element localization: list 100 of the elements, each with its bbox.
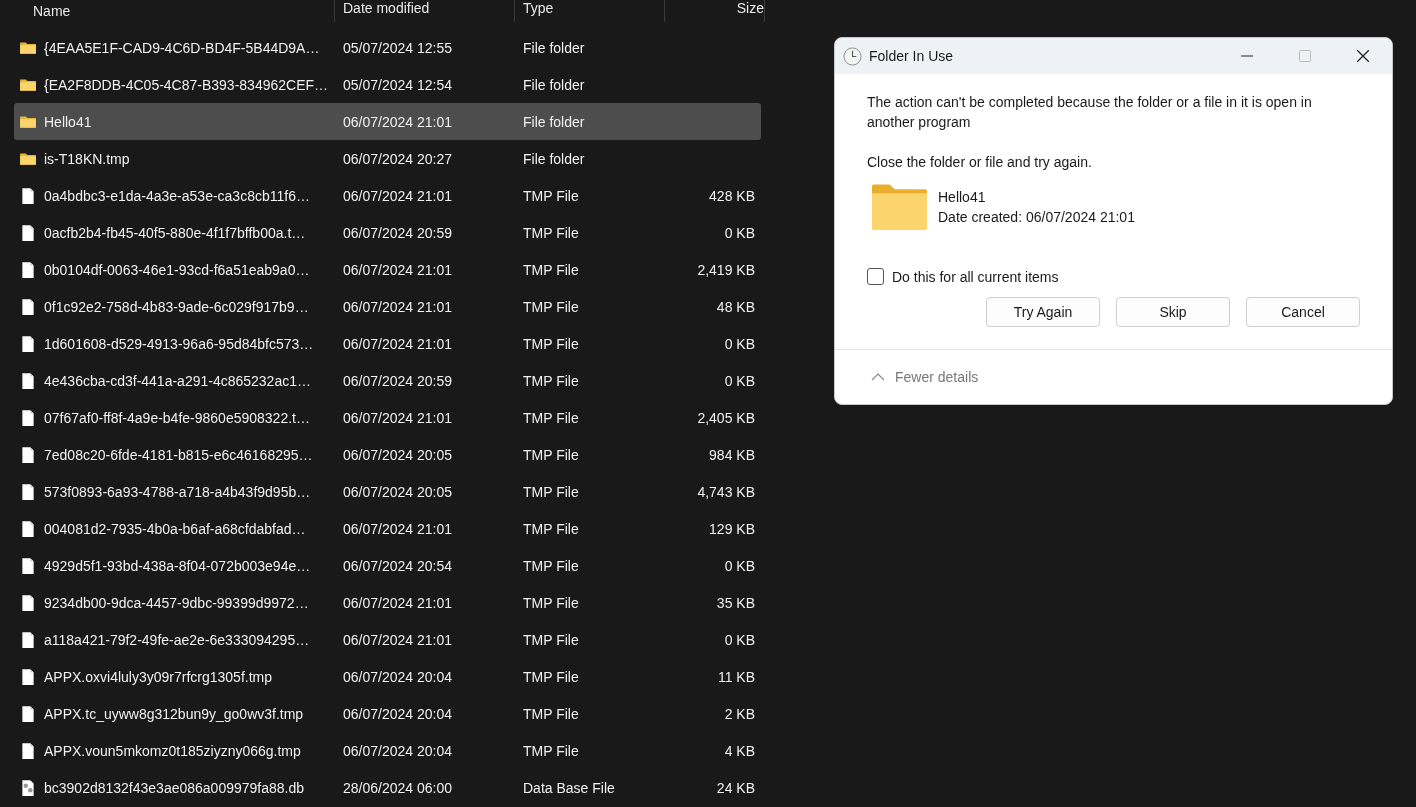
date-modified: 06/07/2024 21:01 <box>342 113 453 130</box>
file-type: TMP File <box>522 483 580 500</box>
date-modified: 06/07/2024 21:01 <box>342 631 453 648</box>
file-icon <box>19 741 37 760</box>
checkbox-label[interactable]: Do this for all current items <box>892 268 1059 285</box>
file-type: Data Base File <box>522 779 616 796</box>
file-type: TMP File <box>522 409 580 426</box>
date-modified: 06/07/2024 21:01 <box>342 335 453 352</box>
file-row[interactable]: 4929d5f1-93bd-438a-8f04-072b003e94e… 06/07/2024 20:54 TMP File 0 KB <box>14 547 761 584</box>
file-icon <box>19 519 37 538</box>
file-icon <box>19 334 37 353</box>
file-name: a118a421-79f2-49fe-ae2e-6e333094295… <box>44 631 310 648</box>
file-type: TMP File <box>522 261 580 278</box>
file-row[interactable]: 004081d2-7935-4b0a-b6af-a68cfdabfad… 06/07/2024 21:01 TMP File 129 KB <box>14 510 761 547</box>
selected-file-row[interactable]: Hello41 06/07/2024 21:01 File folder <box>14 103 761 140</box>
file-name: 0f1c92e2-758d-4b83-9ade-6c029f917b9… <box>44 298 309 315</box>
file-size: 4,743 KB <box>697 483 755 500</box>
maximize-icon <box>1299 50 1311 62</box>
file-row[interactable]: 4e436cba-cd3f-441a-a291-4c865232ac1… 06/07/2024 20:59 TMP File 0 KB <box>14 362 761 399</box>
file-row[interactable]: {EA2F8DDB-4C05-4C87-B393-834962CEF… 05/07/2024 12:54 File folder <box>14 66 761 103</box>
instruction-text: Close the folder or file and try again. <box>867 153 1093 172</box>
file-row[interactable]: APPX.oxvi4luly3y09r7rfcrg1305f.tmp 06/07/2024 20:04 TMP File 11 KB <box>14 658 761 695</box>
file-icon <box>19 260 37 279</box>
file-size: 0 KB <box>724 335 755 352</box>
file-name: 0a4bdbc3-e1da-4a3e-a53e-ca3c8cb11f6… <box>44 187 310 204</box>
file-row[interactable]: 1d601608-d529-4913-96a6-95d84bfc573… 06/07/2024 21:01 TMP File 0 KB <box>14 325 761 362</box>
file-size: 0 KB <box>724 372 755 389</box>
file-row[interactable]: bc3902d8132f43e3ae086a009979fa88.db 28/06/2024 06:00 Data Base File 24 KB <box>14 769 761 797</box>
file-name: 573f0893-6a93-4788-a718-a4b43f9d95b… <box>44 483 311 500</box>
file-name: 1d601608-d529-4913-96a6-95d84bfc573… <box>44 335 314 352</box>
file-name: {4EAA5E1F-CAD9-4C6D-BD4F-5B44D9A… <box>44 39 320 56</box>
file-row[interactable]: is-T18KN.tmp 06/07/2024 20:27 File folder <box>14 140 761 177</box>
file-size: 428 KB <box>709 187 755 204</box>
folder-icon <box>871 184 928 230</box>
column-header[interactable]: Name <box>0 0 335 22</box>
file-icon <box>19 445 37 464</box>
column-header[interactable]: Size <box>665 0 765 22</box>
file-row[interactable]: {4EAA5E1F-CAD9-4C6D-BD4F-5B44D9A… 05/07/2024 12:55 File folder <box>14 29 761 66</box>
date-modified: 06/07/2024 20:54 <box>342 557 453 574</box>
file-row[interactable]: 0b0104df-0063-46e1-93cd-f6a51eab9a0… 06/07/2024 21:01 TMP File 2,419 KB <box>14 251 761 288</box>
file-icon <box>19 556 37 575</box>
file-type: TMP File <box>522 520 580 537</box>
file-type: File folder <box>522 39 586 56</box>
file-name: APPX.voun5mkomz0t185ziyzny066g.tmp <box>44 742 301 759</box>
file-row[interactable]: a118a421-79f2-49fe-ae2e-6e333094295… 06/07/2024 21:01 TMP File 0 KB <box>14 621 761 658</box>
file-name: Hello41 <box>44 113 92 130</box>
file-type: TMP File <box>522 224 580 241</box>
file-row[interactable]: APPX.tc_uyww8g312bun9y_go0wv3f.tmp 06/07/2024 20:04 TMP File 2 KB <box>14 695 761 732</box>
file-size: 2 KB <box>724 705 755 722</box>
file-row[interactable]: 0f1c92e2-758d-4b83-9ade-6c029f917b9… 06/07/2024 21:01 TMP File 48 KB <box>14 288 761 325</box>
date-modified: 06/07/2024 20:04 <box>342 668 453 685</box>
file-size: 0 KB <box>724 557 755 574</box>
fewer-details-toggle[interactable]: Fewer details <box>871 369 979 385</box>
file-size: 11 KB <box>717 668 755 685</box>
file-icon <box>19 667 37 686</box>
file-name: {EA2F8DDB-4C05-4C87-B393-834962CEF… <box>44 76 329 93</box>
date-modified: 06/07/2024 21:01 <box>342 187 453 204</box>
skip-button[interactable]: Skip <box>1116 297 1230 327</box>
file-row[interactable]: 07f67af0-ff8f-4a9e-b4fe-9860e5908322.t… 06/07/2024 21:01 TMP File 2,405 KB <box>14 399 761 436</box>
file-row[interactable]: 573f0893-6a93-4788-a718-a4b43f9d95b… 06/07/2024 20:05 TMP File 4,743 KB <box>14 473 761 510</box>
file-name: APPX.tc_uyww8g312bun9y_go0wv3f.tmp <box>44 705 304 722</box>
column-header[interactable]: Date modified <box>335 0 515 22</box>
file-row[interactable]: 9234db00-9dca-4457-9dbc-99399d9972… 06/07/2024 21:01 TMP File 35 KB <box>14 584 761 621</box>
date-modified: 05/07/2024 12:55 <box>342 39 453 56</box>
date-modified: 06/07/2024 20:59 <box>342 224 453 241</box>
file-icon <box>19 482 37 501</box>
file-icon <box>19 223 37 242</box>
file-type: TMP File <box>522 557 580 574</box>
date-modified: 06/07/2024 20:05 <box>342 483 453 500</box>
file-size: 35 KB <box>716 594 755 611</box>
file-type: TMP File <box>522 187 580 204</box>
date-modified: 06/07/2024 21:01 <box>342 261 453 278</box>
item-name: Hello41 <box>938 188 987 207</box>
try-again-button[interactable]: Try Again <box>986 297 1100 327</box>
column-header[interactable]: Type <box>515 0 665 22</box>
file-type: TMP File <box>522 298 580 315</box>
date-modified: 06/07/2024 20:27 <box>342 150 453 167</box>
file-row[interactable]: 0a4bdbc3-e1da-4a3e-a53e-ca3c8cb11f6… 06/07/2024 21:01 TMP File 428 KB <box>14 177 761 214</box>
file-row[interactable]: 0acfb2b4-fb45-40f5-880e-4f1f7bffb00a.t… 06/07/2024 20:59 TMP File 0 KB <box>14 214 761 251</box>
date-modified: 06/07/2024 21:01 <box>342 298 453 315</box>
file-size: 4 KB <box>724 742 755 759</box>
file-name: is-T18KN.tmp <box>44 150 130 167</box>
file-type: File folder <box>522 76 586 93</box>
file-type: TMP File <box>522 742 580 759</box>
file-icon <box>19 408 37 427</box>
cancel-button[interactable]: Cancel <box>1246 297 1360 327</box>
checkbox[interactable] <box>867 268 884 285</box>
file-size: 48 KB <box>716 298 755 315</box>
file-icon <box>19 371 37 390</box>
file-name: APPX.oxvi4luly3y09r7rfcrg1305f.tmp <box>44 668 272 685</box>
date-modified: 28/06/2024 06:00 <box>342 779 453 796</box>
file-name: 9234db00-9dca-4457-9dbc-99399d9972… <box>44 594 309 611</box>
file-row[interactable]: APPX.voun5mkomz0t185ziyzny066g.tmp 06/07/2024 20:04 TMP File 4 KB <box>14 732 761 769</box>
file-type: TMP File <box>522 372 580 389</box>
file-size: 0 KB <box>724 631 755 648</box>
file-size: 24 KB <box>716 779 755 796</box>
close-icon[interactable] <box>1357 50 1369 62</box>
file-row[interactable]: 7ed08c20-6fde-4181-b815-e6c46168295… 06/07/2024 20:05 TMP File 984 KB <box>14 436 761 473</box>
file-type: File folder <box>522 113 586 130</box>
error-message: The action can't be completed because the folder or a file in it is open in another program <box>867 93 1313 132</box>
